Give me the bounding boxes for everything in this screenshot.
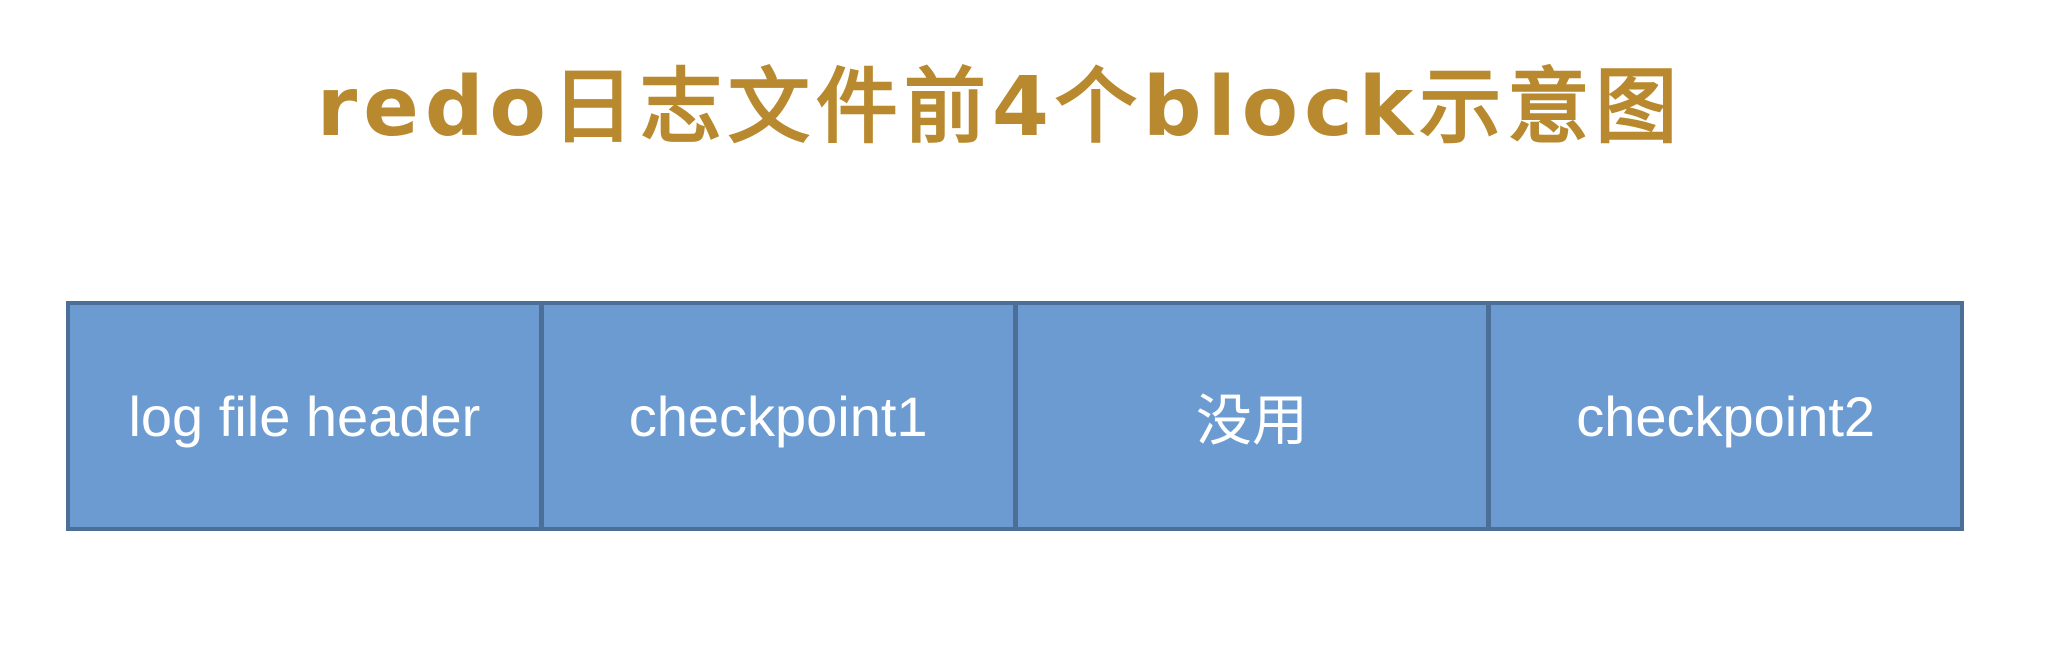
diagram-canvas: redo日志文件前4个block示意图 log file header chec… [0, 0, 2066, 656]
block-label: 没用 [1195, 388, 1308, 452]
block-unused: 没用 [1012, 305, 1487, 527]
diagram-title: redo日志文件前4个block示意图 [316, 60, 1684, 155]
block-label: checkpoint1 [628, 384, 928, 448]
block-checkpoint1: checkpoint1 [538, 305, 1013, 527]
block-checkpoint2: checkpoint2 [1486, 305, 1960, 527]
block-label: checkpoint2 [1576, 384, 1876, 448]
block-label: log file header [128, 384, 481, 448]
redo-log-block-row: log file header checkpoint1 没用 checkpoin… [66, 301, 1964, 531]
block-log-file-header: log file header [70, 305, 539, 527]
